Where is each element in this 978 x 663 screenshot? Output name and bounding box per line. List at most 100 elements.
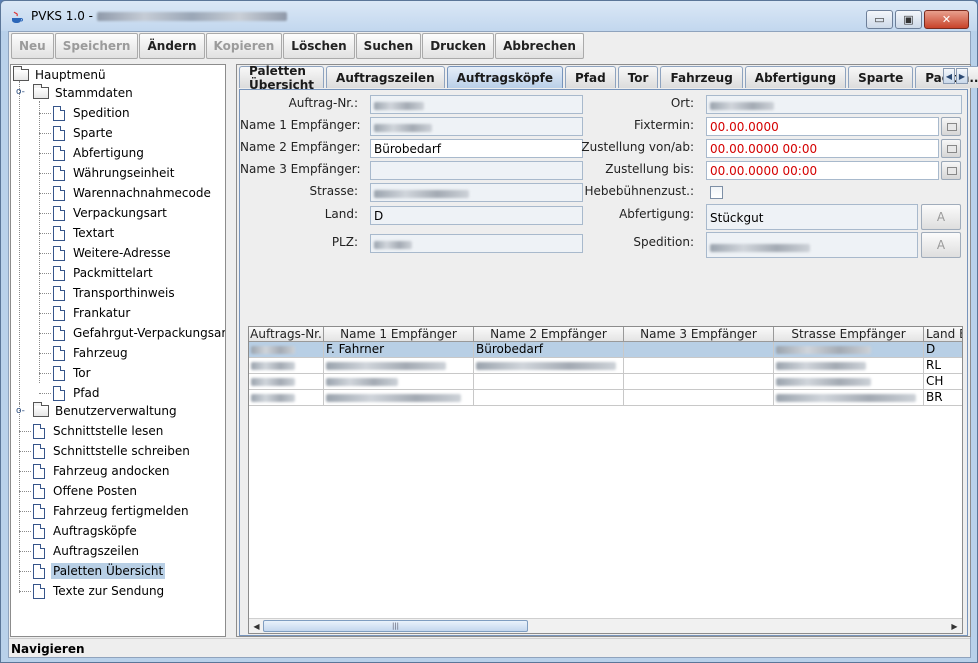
- tree-item[interactable]: Fahrzeug: [53, 343, 130, 363]
- tree-item[interactable]: Sparte: [53, 123, 115, 143]
- tree-item[interactable]: Frankatur: [53, 303, 132, 323]
- tab-auftragszeilen[interactable]: Auftragszeilen: [326, 66, 445, 88]
- plz-field[interactable]: [370, 234, 583, 253]
- edit-button[interactable]: Ändern: [139, 33, 205, 59]
- tab-sparte[interactable]: Sparte: [848, 66, 914, 88]
- scroll-thumb[interactable]: |||: [263, 620, 528, 632]
- search-button[interactable]: Suchen: [355, 33, 422, 59]
- table-row[interactable]: F. Fahrner Bürobedarf D: [249, 342, 962, 358]
- cancel-button[interactable]: Abbrechen: [495, 33, 584, 59]
- document-icon: [53, 185, 65, 201]
- tree-item[interactable]: Tor: [53, 363, 93, 383]
- ort-label: Ort:: [670, 96, 694, 110]
- tree-expand-icon[interactable]: o-: [16, 407, 25, 416]
- tree-item[interactable]: Offene Posten: [33, 481, 139, 501]
- tree-item[interactable]: Spedition: [53, 103, 132, 123]
- zustellung-bis-calendar-button[interactable]: [941, 161, 961, 180]
- ort-field[interactable]: [706, 95, 962, 114]
- tree-item[interactable]: Packmittelart: [53, 263, 155, 283]
- tab-abfertigung[interactable]: Abfertigung: [744, 66, 847, 88]
- scroll-left-icon[interactable]: ◀: [250, 620, 263, 633]
- table-row[interactable]: CH: [249, 374, 962, 390]
- tree-item[interactable]: Schnittstelle schreiben: [33, 441, 192, 461]
- name3-field[interactable]: [370, 161, 583, 180]
- tree-item[interactable]: Verpackungsart: [53, 203, 169, 223]
- tree-item[interactable]: Auftragszeilen: [33, 541, 141, 561]
- spedition-field[interactable]: [706, 232, 918, 258]
- tree-item[interactable]: Gefahrgut-Verpackungsart: [53, 323, 225, 343]
- tree-item[interactable]: Warennachnahmecode: [53, 183, 213, 203]
- tab-auftragskoepfe[interactable]: Auftragsköpfe: [446, 66, 564, 88]
- tree-item[interactable]: Paletten Übersicht: [33, 561, 166, 581]
- minimize-button[interactable]: ▭: [866, 10, 893, 29]
- tab-tor[interactable]: Tor: [617, 66, 659, 88]
- tab-pfad[interactable]: Pfad: [565, 66, 616, 88]
- column-header[interactable]: Land E: [924, 327, 962, 342]
- tree-item[interactable]: Auftragsköpfe: [33, 521, 139, 541]
- scroll-right-icon[interactable]: ▶: [948, 620, 961, 633]
- column-header[interactable]: Name 2 Empfänger: [474, 327, 624, 342]
- tree-item[interactable]: Textart: [53, 223, 116, 243]
- print-button[interactable]: Drucken: [422, 33, 495, 59]
- table-row[interactable]: RL: [249, 358, 962, 374]
- table-cell: D: [924, 342, 962, 358]
- redacted-value: [326, 393, 461, 402]
- tree-item[interactable]: Texte zur Sendung: [33, 581, 166, 601]
- redacted-value: [374, 189, 469, 198]
- column-header[interactable]: Strasse Empfänger: [774, 327, 924, 342]
- land-field[interactable]: D: [370, 206, 583, 225]
- table-row[interactable]: BR: [249, 390, 962, 406]
- redacted-value: [374, 101, 424, 110]
- navigation-tree[interactable]: Hauptmenü o- Stammdaten o- Benutzerverwa…: [10, 64, 226, 637]
- fixtermin-calendar-button[interactable]: [941, 117, 961, 136]
- tree-item-stammdaten[interactable]: Stammdaten: [33, 83, 135, 103]
- fixtermin-field[interactable]: 00.00.0000: [706, 117, 939, 136]
- close-button[interactable]: ✕: [924, 10, 969, 29]
- tree-item[interactable]: Transporthinweis: [53, 283, 177, 303]
- name2-field[interactable]: Bürobedarf: [370, 139, 583, 158]
- tree-item[interactable]: Schnittstelle lesen: [33, 421, 165, 441]
- column-header[interactable]: Auftrags-Nr.: [249, 327, 324, 342]
- new-button[interactable]: Neu: [11, 33, 54, 59]
- copy-button[interactable]: Kopieren: [205, 33, 283, 59]
- zustellung-von-field[interactable]: 00.00.0000 00:00: [706, 139, 939, 158]
- column-header[interactable]: Name 1 Empfänger: [324, 327, 474, 342]
- tree-item-label: Weitere-Adresse: [73, 246, 171, 260]
- tab-fahrzeug[interactable]: Fahrzeug: [660, 66, 743, 88]
- save-button[interactable]: Speichern: [54, 33, 139, 59]
- title-bar[interactable]: PVKS 1.0 - ▭ ▣ ✕: [1, 1, 977, 31]
- tree-item[interactable]: Fahrzeug andocken: [33, 461, 171, 481]
- auftragskoepfe-form: Auftrag-Nr.: Name 1 Empfänger: Name 2 Em…: [239, 89, 968, 636]
- horizontal-scrollbar[interactable]: ◀ ||| ▶: [249, 618, 962, 633]
- column-header[interactable]: Name 3 Empfänger: [624, 327, 774, 342]
- delete-button[interactable]: Löschen: [283, 33, 355, 59]
- redacted-value: [776, 361, 866, 370]
- name1-field[interactable]: [370, 117, 583, 136]
- tree-item[interactable]: Währungseinheit: [53, 163, 176, 183]
- tree-expand-icon[interactable]: o-: [16, 88, 25, 97]
- tree-item-benutzerverwaltung[interactable]: Benutzerverwaltung: [33, 401, 179, 421]
- abfertigung-field[interactable]: Stückgut: [706, 204, 918, 230]
- zustellung-von-calendar-button[interactable]: [941, 139, 961, 158]
- tab-paletten-uebersicht[interactable]: Paletten Übersicht: [239, 64, 325, 92]
- maximize-button[interactable]: ▣: [895, 10, 922, 29]
- tree-item[interactable]: Fahrzeug fertigmelden: [33, 501, 191, 521]
- strasse-field[interactable]: [370, 183, 583, 202]
- tree-item[interactable]: Abfertigung: [53, 143, 146, 163]
- tree-item-label: Verpackungsart: [73, 206, 167, 220]
- tree-root[interactable]: Hauptmenü: [13, 65, 108, 85]
- abfertigung-lookup-button[interactable]: A: [921, 204, 961, 230]
- tree-item[interactable]: Pfad: [53, 383, 101, 403]
- auftrag-nr-field[interactable]: [370, 95, 583, 114]
- tree-item-label: Textart: [73, 226, 115, 240]
- zustellung-bis-field[interactable]: 00.00.0000 00:00: [706, 161, 939, 180]
- spedition-lookup-button[interactable]: A: [921, 232, 961, 258]
- tab-scroll-right-icon[interactable]: ▶: [956, 68, 968, 84]
- hebebuehne-checkbox[interactable]: [710, 186, 723, 199]
- folder-icon: [33, 402, 49, 417]
- tab-scroll-left-icon[interactable]: ◀: [943, 68, 955, 84]
- abfertigung-label: Abfertigung:: [619, 207, 694, 221]
- auftrags-table[interactable]: Auftrags-Nr. Name 1 Empfänger Name 2 Emp…: [248, 326, 963, 634]
- table-cell: [474, 374, 624, 390]
- tree-item[interactable]: Weitere-Adresse: [53, 243, 173, 263]
